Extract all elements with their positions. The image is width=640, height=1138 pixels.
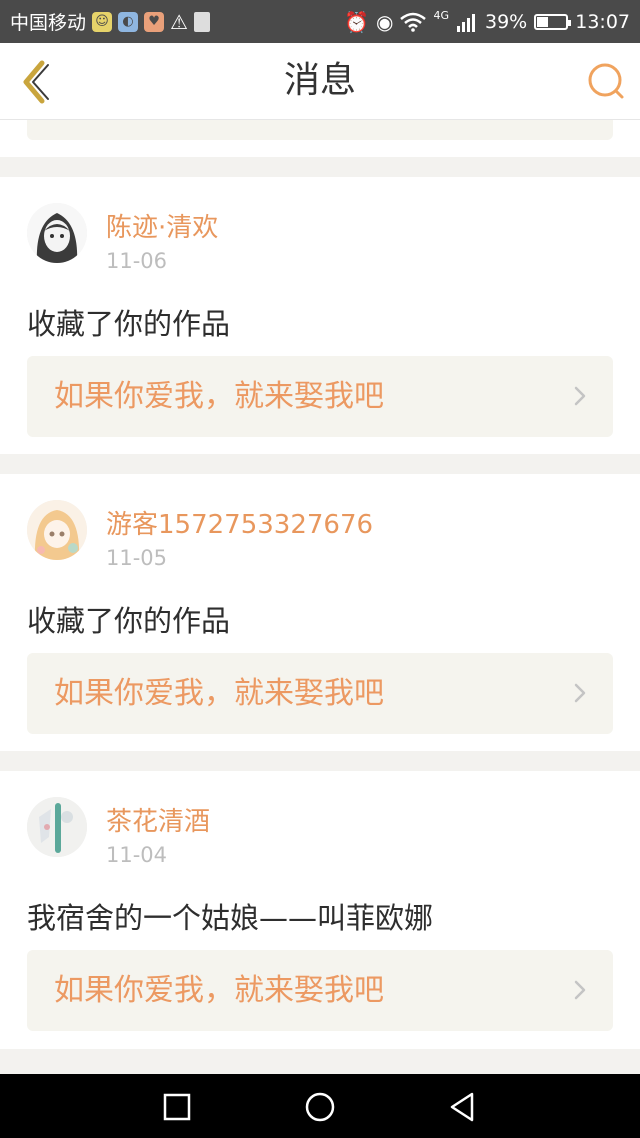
- chevron-right-icon: [574, 683, 586, 703]
- system-nav-bar: [0, 1074, 640, 1138]
- avatar[interactable]: [27, 797, 87, 857]
- message-date: 11-05: [106, 546, 168, 570]
- message-card: 陈迹·清欢 11-06 收藏了你的作品 如果你爱我，就来娶我吧: [0, 177, 640, 454]
- avatar[interactable]: [27, 500, 87, 560]
- message-card: 游客1572753327676 11-05 收藏了你的作品 如果你爱我，就来娶我…: [0, 474, 640, 751]
- work-link[interactable]: 如果你爱我，就来娶我吧: [27, 356, 613, 437]
- battery-icon: [534, 13, 572, 30]
- header-bar: 消息: [0, 43, 640, 120]
- chevron-right-icon: [574, 386, 586, 406]
- carrier-label: 中国移动: [10, 12, 87, 34]
- battery-percent: 39%: [485, 10, 528, 33]
- previous-card-tail: [0, 120, 640, 157]
- battery-fill: [537, 16, 549, 27]
- username[interactable]: 茶花清酒: [106, 801, 210, 838]
- square-icon[interactable]: [160, 1090, 194, 1124]
- message-text: 我宿舍的一个姑娘——叫菲欧娜: [27, 901, 434, 935]
- work-title: 如果你爱我，就来娶我吧: [54, 379, 384, 414]
- triangle-back-icon[interactable]: [446, 1090, 480, 1124]
- warning-icon: ⚠: [170, 9, 188, 34]
- wifi-icon: [400, 12, 427, 32]
- avatar[interactable]: [27, 203, 87, 263]
- clock: 13:07: [575, 10, 630, 33]
- sd-card-icon: [193, 11, 210, 32]
- work-title: 如果你爱我，就来娶我吧: [54, 973, 384, 1008]
- signal-icon: [457, 13, 475, 32]
- network-type-label: 4G: [433, 9, 449, 22]
- eye-icon: ◉: [376, 9, 394, 34]
- username[interactable]: 游客1572753327676: [106, 504, 373, 541]
- previous-work-box: [27, 120, 613, 140]
- message-date: 11-04: [106, 843, 168, 867]
- app-notification-icon: ☺: [92, 11, 113, 32]
- message-list[interactable]: 陈迹·清欢 11-06 收藏了你的作品 如果你爱我，就来娶我吧 游客157275…: [0, 120, 640, 1074]
- message-date: 11-06: [106, 249, 168, 273]
- status-bar: 中国移动 ☺ ◐ ♥ ⚠ ⏰ ◉ 4G 39% 13:07: [0, 0, 640, 43]
- work-title: 如果你爱我，就来娶我吧: [54, 676, 384, 711]
- work-link[interactable]: 如果你爱我，就来娶我吧: [27, 950, 613, 1031]
- chevron-right-icon: [574, 980, 586, 1000]
- health-notification-icon: ♥: [144, 11, 165, 32]
- username[interactable]: 陈迹·清欢: [106, 207, 218, 244]
- message-text: 收藏了你的作品: [27, 307, 231, 341]
- message-card: 茶花清酒 11-04 我宿舍的一个姑娘——叫菲欧娜 如果你爱我，就来娶我吧: [0, 771, 640, 1049]
- search-icon[interactable]: [586, 61, 626, 101]
- alarm-icon: ⏰: [344, 9, 370, 34]
- message-text: 收藏了你的作品: [27, 604, 231, 638]
- page-title: 消息: [283, 60, 356, 101]
- browser-notification-icon: ◐: [118, 11, 139, 32]
- work-link[interactable]: 如果你爱我，就来娶我吧: [27, 653, 613, 734]
- circle-icon[interactable]: [303, 1090, 337, 1124]
